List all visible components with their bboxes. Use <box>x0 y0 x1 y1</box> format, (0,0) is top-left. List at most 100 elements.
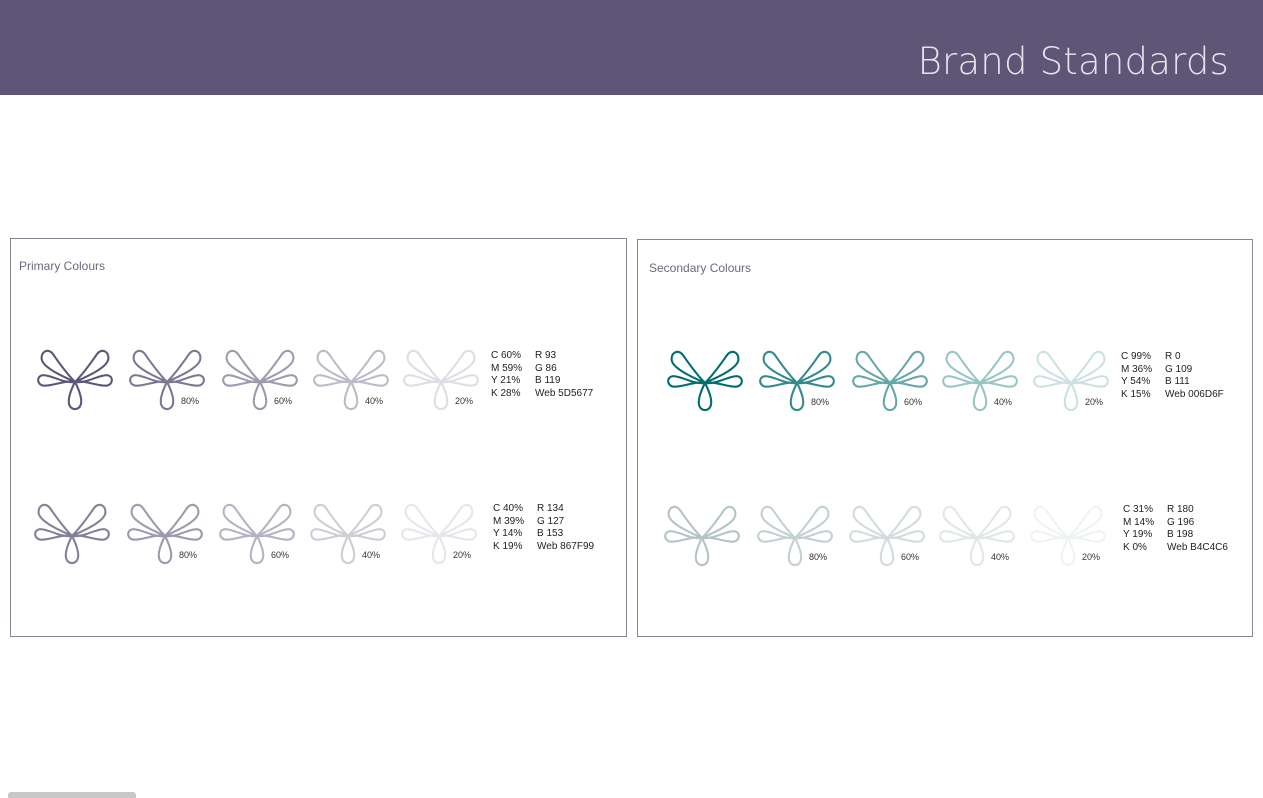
infinity-heart-stroke <box>1070 350 1106 384</box>
rgb-value: R 180 <box>1167 504 1194 515</box>
infinity-heart-stroke <box>796 350 832 384</box>
infinity-heart-stroke <box>1067 505 1103 539</box>
infinity-heart-stroke <box>1036 350 1072 384</box>
infinity-heart-stroke <box>157 534 173 565</box>
infinity-heart-stroke <box>406 349 442 383</box>
cmyk-value: K 19% <box>493 541 523 553</box>
rgb-value: B 198 <box>1167 529 1194 541</box>
cmyk-value: C 31% <box>1123 504 1154 515</box>
infinity-heart-icon <box>665 345 745 417</box>
page-header: Brand Standards <box>0 0 1263 95</box>
infinity-heart-stroke <box>882 381 898 412</box>
infinity-heart-icon: 80% <box>125 498 205 570</box>
infinity-heart-stroke <box>343 380 359 411</box>
tint-label: 60% <box>901 552 920 562</box>
tint-label: 60% <box>271 550 290 560</box>
infinity-heart-stroke <box>440 349 476 383</box>
colour-spec: C 60% M 59% Y 21% K 28% R 93 G 86 B 119 … <box>491 350 593 401</box>
rgb-value: B 119 <box>535 375 561 387</box>
infinity-heart-icon: 40% <box>940 345 1020 417</box>
rgb-value: G 196 <box>1167 516 1195 528</box>
panel-title: Primary Colours <box>19 259 106 273</box>
infinity-heart-stroke <box>340 534 356 565</box>
infinity-heart-icon: 20% <box>399 498 479 570</box>
infinity-heart-stroke <box>976 505 1012 539</box>
tint-label: 40% <box>365 396 384 406</box>
infinity-heart-stroke <box>942 505 978 539</box>
cmyk-value: K 15% <box>1121 389 1151 401</box>
infinity-heart-icon: 60% <box>217 498 297 570</box>
infinity-heart-stroke <box>889 350 925 384</box>
colour-spec: C 40% M 39% Y 14% K 19% R 134 G 127 B 15… <box>493 503 594 554</box>
infinity-heart-stroke <box>667 505 703 539</box>
infinity-heart-stroke <box>855 350 891 384</box>
infinity-heart-icon: 20% <box>1028 500 1108 572</box>
colour-spec: C 99% M 36% Y 54% K 15% R 0 G 109 B 111 … <box>1121 351 1224 402</box>
cmyk-value: M 14% <box>1123 516 1155 528</box>
infinity-heart-stroke <box>979 350 1015 384</box>
infinity-heart-stroke <box>404 503 440 537</box>
infinity-heart-stroke <box>256 503 292 537</box>
infinity-heart-stroke <box>249 534 265 565</box>
infinity-heart-shape <box>667 350 743 412</box>
infinity-heart-stroke <box>694 536 710 567</box>
infinity-heart-stroke <box>313 503 349 537</box>
infinity-heart-stroke <box>222 503 258 537</box>
infinity-heart-icon: 60% <box>220 344 300 416</box>
scroll-tab <box>8 792 136 798</box>
infinity-heart-stroke <box>64 534 80 565</box>
rgb-value: B 111 <box>1165 376 1190 388</box>
tint-label: 20% <box>1082 552 1101 562</box>
cmyk-value: C 60% <box>491 350 522 361</box>
infinity-heart-icon <box>35 344 115 416</box>
rgb-value: G 127 <box>537 515 565 527</box>
infinity-heart-stroke <box>789 381 805 412</box>
infinity-heart-shape <box>37 349 113 411</box>
tint-label: 40% <box>994 397 1013 407</box>
secondary-colours-panel: Secondary Colours 80% 60% 40% 20% C 99% … <box>637 239 1253 637</box>
infinity-heart-icon: 40% <box>308 498 388 570</box>
infinity-heart-shape <box>664 505 740 567</box>
tint-label: 60% <box>904 397 923 407</box>
infinity-heart-stroke <box>879 536 895 567</box>
cmyk-value: C 99% <box>1121 351 1152 362</box>
infinity-heart-stroke <box>760 505 796 539</box>
infinity-heart-stroke <box>132 349 168 383</box>
infinity-heart-stroke <box>316 349 352 383</box>
infinity-heart-icon: 20% <box>1031 345 1111 417</box>
infinity-heart-icon: 40% <box>937 500 1017 572</box>
cmyk-value: K 28% <box>491 388 521 400</box>
infinity-heart-stroke <box>1033 505 1069 539</box>
panel-title: Secondary Colours <box>649 261 752 275</box>
infinity-heart-stroke <box>166 349 202 383</box>
infinity-heart-stroke <box>71 503 107 537</box>
infinity-heart-stroke <box>350 349 386 383</box>
tint-label: 40% <box>991 552 1010 562</box>
infinity-heart-icon <box>662 500 742 572</box>
infinity-heart-stroke <box>852 505 888 539</box>
infinity-heart-stroke <box>969 536 985 567</box>
infinity-heart-stroke <box>37 503 73 537</box>
infinity-heart-icon: 40% <box>311 344 391 416</box>
infinity-heart-shape <box>34 503 110 565</box>
tint-label: 20% <box>1085 397 1104 407</box>
infinity-heart-stroke <box>1060 536 1076 567</box>
infinity-heart-stroke <box>787 536 803 567</box>
infinity-heart-stroke <box>164 503 200 537</box>
infinity-heart-stroke <box>259 349 295 383</box>
web-hex-value: Web B4C4C6 <box>1167 542 1228 554</box>
cmyk-value: M 59% <box>491 362 523 374</box>
web-hex-value: Web 006D6F <box>1165 389 1224 401</box>
infinity-heart-stroke <box>438 503 474 537</box>
infinity-heart-icon: 80% <box>757 345 837 417</box>
infinity-heart-icon: 60% <box>847 500 927 572</box>
infinity-heart-icon: 80% <box>127 344 207 416</box>
infinity-heart-icon: 80% <box>755 500 835 572</box>
rgb-value: G 109 <box>1165 363 1193 375</box>
tint-label: 80% <box>181 396 200 406</box>
infinity-heart-icon <box>32 498 112 570</box>
infinity-heart-stroke <box>762 350 798 384</box>
infinity-heart-stroke <box>431 534 447 565</box>
rgb-value: R 134 <box>537 503 564 514</box>
cmyk-value: Y 54% <box>1121 376 1151 388</box>
